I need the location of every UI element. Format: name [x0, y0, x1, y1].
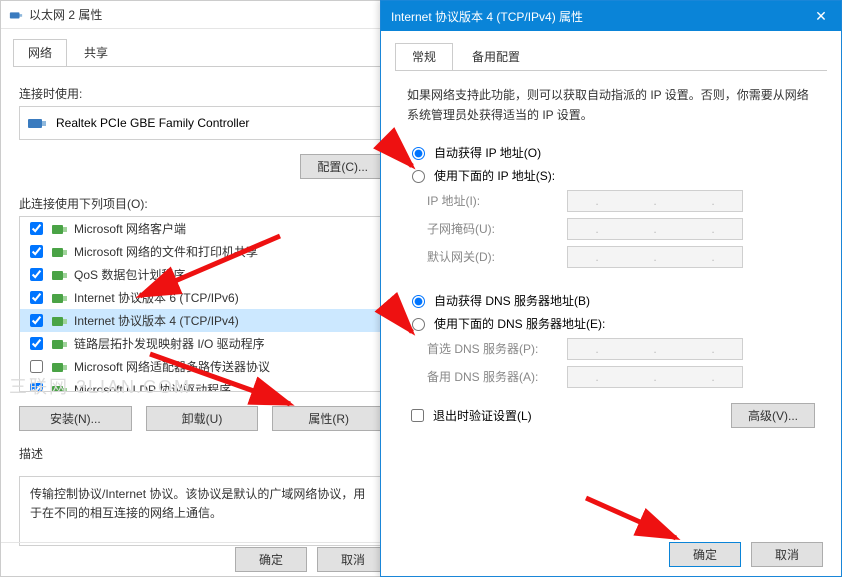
list-item-label: Internet 协议版本 6 (TCP/IPv6) — [74, 289, 239, 306]
uninstall-button[interactable]: 卸载(U) — [146, 406, 259, 431]
protocol-icon — [52, 314, 68, 328]
radio-ip-auto-label: 自动获得 IP 地址(O) — [434, 144, 541, 161]
configure-button[interactable]: 配置(C)... — [300, 154, 385, 179]
subnet-mask-input: ... — [567, 218, 743, 240]
protocol-icon — [52, 222, 68, 236]
radio-ip-manual[interactable]: 使用下面的 IP 地址(S): — [407, 167, 815, 184]
radio-dns-manual-input[interactable] — [412, 318, 425, 331]
subnet-mask-label: 子网掩码(U): — [427, 220, 567, 237]
dns1-input: ... — [567, 338, 743, 360]
list-item[interactable]: Microsoft 网络客户端 — [20, 217, 384, 240]
network-adapter-icon — [9, 8, 23, 22]
properties-button[interactable]: 属性(R) — [272, 406, 385, 431]
right-titlebar: Internet 协议版本 4 (TCP/IPv4) 属性 ✕ — [381, 1, 841, 31]
list-item[interactable]: Internet 协议版本 6 (TCP/IPv6) — [20, 286, 384, 309]
list-item-label: Microsoft 网络客户端 — [74, 220, 186, 237]
description-label: 描述 — [19, 445, 385, 462]
close-icon[interactable]: ✕ — [801, 1, 841, 31]
radio-dns-manual[interactable]: 使用下面的 DNS 服务器地址(E): — [407, 315, 815, 332]
radio-dns-auto[interactable]: 自动获得 DNS 服务器地址(B) — [407, 292, 815, 309]
tab-network[interactable]: 网络 — [13, 39, 67, 66]
radio-dns-auto-input[interactable] — [412, 295, 425, 308]
list-item[interactable]: QoS 数据包计划程序 — [20, 263, 384, 286]
list-item-checkbox[interactable] — [30, 245, 43, 258]
validate-label: 退出时验证设置(L) — [433, 407, 532, 424]
adapter-box[interactable]: Realtek PCIe GBE Family Controller — [19, 106, 385, 140]
list-item[interactable]: Microsoft 网络的文件和打印机共享 — [20, 240, 384, 263]
right-tabs: 常规 备用配置 — [395, 43, 827, 71]
radio-ip-auto[interactable]: 自动获得 IP 地址(O) — [407, 144, 815, 161]
gateway-input: ... — [567, 246, 743, 268]
list-item[interactable]: 链路层拓扑发现映射器 I/O 驱动程序 — [20, 332, 384, 355]
protocol-icon — [52, 245, 68, 259]
right-cancel-button[interactable]: 取消 — [751, 542, 823, 567]
list-item-checkbox[interactable] — [30, 314, 43, 327]
info-text: 如果网络支持此功能，则可以获取自动指派的 IP 设置。否则，你需要从网络系统管理… — [407, 85, 815, 126]
radio-ip-manual-input[interactable] — [412, 170, 425, 183]
left-titlebar: 以太网 2 属性 — [1, 1, 403, 29]
items-label: 此连接使用下列项目(O): — [19, 195, 385, 212]
tab-general[interactable]: 常规 — [395, 43, 453, 70]
protocol-icon — [52, 291, 68, 305]
tcpip-properties-dialog: Internet 协议版本 4 (TCP/IPv4) 属性 ✕ 常规 备用配置 … — [380, 0, 842, 577]
ethernet-adapter-icon — [28, 116, 46, 130]
validate-checkbox[interactable] — [411, 409, 424, 422]
left-tabs: 网络 共享 — [13, 39, 391, 67]
description-text: 传输控制协议/Internet 协议。该协议是默认的广域网络协议，用于在不同的相… — [19, 476, 385, 546]
protocol-icon — [52, 360, 68, 374]
right-footer: 确定 取消 — [381, 532, 841, 576]
dns1-label: 首选 DNS 服务器(P): — [427, 340, 567, 357]
list-item-checkbox[interactable] — [30, 383, 43, 392]
tab-alternate[interactable]: 备用配置 — [455, 43, 537, 70]
protocol-icon — [52, 268, 68, 282]
tab-share[interactable]: 共享 — [69, 39, 123, 66]
list-item-checkbox[interactable] — [30, 268, 43, 281]
radio-ip-auto-input[interactable] — [412, 147, 425, 160]
ip-address-input: ... — [567, 190, 743, 212]
connect-using-label: 连接时使用: — [19, 85, 385, 102]
right-title: Internet 协议版本 4 (TCP/IPv4) 属性 — [391, 8, 583, 25]
list-item-label: QoS 数据包计划程序 — [74, 266, 185, 283]
ip-address-label: IP 地址(I): — [427, 192, 567, 209]
dns2-input: ... — [567, 366, 743, 388]
list-item[interactable]: Internet 协议版本 4 (TCP/IPv4) — [20, 309, 384, 332]
dns2-label: 备用 DNS 服务器(A): — [427, 368, 567, 385]
protocol-icon — [52, 337, 68, 351]
left-ok-button[interactable]: 确定 — [235, 547, 307, 572]
list-item-checkbox[interactable] — [30, 291, 43, 304]
left-cancel-button[interactable]: 取消 — [317, 547, 389, 572]
list-item-label: Microsoft 网络适配器多路传送器协议 — [74, 358, 270, 375]
left-footer: 确定 取消 — [1, 542, 403, 576]
list-item[interactable]: Microsoft LLDP 协议驱动程序 — [20, 378, 384, 392]
adapter-name: Realtek PCIe GBE Family Controller — [56, 116, 249, 130]
list-item-checkbox[interactable] — [30, 337, 43, 350]
list-item-label: Internet 协议版本 4 (TCP/IPv4) — [74, 312, 239, 329]
radio-ip-manual-label: 使用下面的 IP 地址(S): — [434, 167, 555, 184]
list-item-checkbox[interactable] — [30, 222, 43, 235]
protocol-listbox[interactable]: Microsoft 网络客户端 Microsoft 网络的文件和打印机共享 QoS … — [19, 216, 385, 392]
list-item-label: 链路层拓扑发现映射器 I/O 驱动程序 — [74, 335, 265, 352]
list-item-label: Microsoft 网络的文件和打印机共享 — [74, 243, 258, 260]
radio-dns-auto-label: 自动获得 DNS 服务器地址(B) — [434, 292, 590, 309]
gateway-label: 默认网关(D): — [427, 248, 567, 265]
ethernet-properties-dialog: 以太网 2 属性 网络 共享 连接时使用: Realtek PCIe GBE F… — [0, 0, 404, 577]
list-item[interactable]: Microsoft 网络适配器多路传送器协议 — [20, 355, 384, 378]
list-item-checkbox[interactable] — [30, 360, 43, 373]
install-button[interactable]: 安装(N)... — [19, 406, 132, 431]
radio-dns-manual-label: 使用下面的 DNS 服务器地址(E): — [434, 315, 605, 332]
right-ok-button[interactable]: 确定 — [669, 542, 741, 567]
left-title: 以太网 2 属性 — [29, 6, 102, 23]
protocol-icon — [52, 383, 68, 393]
list-item-label: Microsoft LLDP 协议驱动程序 — [74, 381, 231, 392]
advanced-button[interactable]: 高级(V)... — [731, 403, 815, 428]
